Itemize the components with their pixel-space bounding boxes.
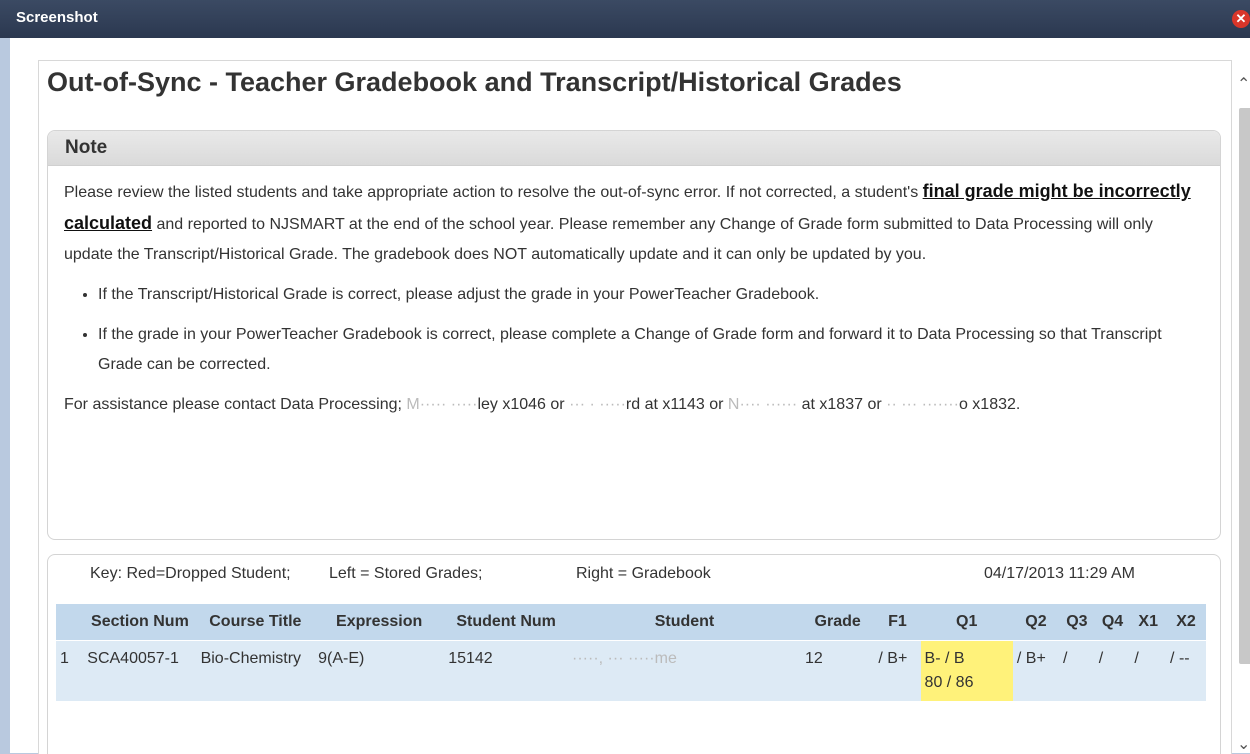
col-header-x2[interactable]: X2 [1166,604,1206,641]
contact-text: o x1832. [958,396,1021,413]
key-left: Left = Stored Grades; [329,565,483,582]
window-title: Screenshot [16,9,98,26]
cell-q1: B- / B 80 / 86 [920,640,1013,701]
grades-table: Section Num Course Title Expression Stud… [56,604,1206,701]
cell-q1-percent: 80 / 86 [924,674,974,691]
table-header-row: Section Num Course Title Expression Stud… [56,604,1206,641]
cell-x1: / [1130,640,1167,701]
report-timestamp: 04/17/2013 11:29 AM [984,565,1135,582]
note-header: Note [48,131,1220,166]
col-header-section[interactable]: Section Num [83,604,197,641]
grades-box: Key: Red=Dropped Student; Left = Stored … [47,554,1221,754]
scroll-thumb[interactable] [1239,108,1250,664]
col-header-index [56,604,84,641]
cell-student: ·····, ··· ·····me [568,640,801,701]
vertical-scrollbar[interactable]: ⌃ ⌄ [1232,60,1250,753]
cell-q1-letters: B- / B [924,650,965,667]
contact-text: rd at x1143 or [625,396,728,413]
note-paragraph: Please review the listed students and ta… [64,176,1202,270]
col-header-grade[interactable]: Grade [800,604,875,641]
key-right: Right = Gradebook [576,565,711,582]
cell-section: SCA40057-1 [83,640,197,701]
contact-text: at x1837 or [797,396,887,413]
note-text-rest: and reported to NJSMART at the end of th… [64,216,1153,263]
cell-q4: / [1094,640,1131,701]
redacted-name: ··· · ····· [569,396,626,413]
close-icon[interactable]: ✕ [1232,10,1250,28]
col-header-x1[interactable]: X1 [1130,604,1167,641]
key-dropped: Key: Red=Dropped Student; [90,565,291,582]
cell-grade: 12 [800,640,875,701]
note-text: Please review the listed students and ta… [64,184,923,201]
contact-paragraph: For assistance please contact Data Proce… [64,390,1202,420]
redacted-name: N···· ······ [727,396,798,413]
dialog-frame: Out-of-Sync - Teacher Gradebook and Tran… [10,38,1250,754]
cell-course: Bio-Chemistry [196,640,315,701]
table-row: 1 SCA40057-1 Bio-Chemistry 9(A-E) 15142 … [56,640,1206,701]
cell-q2: / B+ [1012,640,1060,701]
redacted-name: ·· ··· ······· [886,396,959,413]
col-header-q4[interactable]: Q4 [1094,604,1131,641]
cell-student-num: 15142 [444,640,569,701]
col-header-course[interactable]: Course Title [196,604,315,641]
note-bullet: If the Transcript/Historical Grade is co… [98,280,1202,310]
col-header-q1[interactable]: Q1 [920,604,1013,641]
note-bullets: If the Transcript/Historical Grade is co… [64,280,1202,380]
col-header-q3[interactable]: Q3 [1059,604,1095,641]
note-box: Note Please review the listed students a… [47,130,1221,540]
col-header-student[interactable]: Student [568,604,801,641]
contact-text: ley x1046 or [477,396,570,413]
col-header-f1[interactable]: F1 [874,604,921,641]
contact-text: For assistance please contact Data Proce… [64,396,407,413]
window-titlebar: Screenshot ✕ [0,0,1250,38]
page-title: Out-of-Sync - Teacher Gradebook and Tran… [47,67,902,97]
cell-q3: / [1059,640,1095,701]
note-bullet: If the grade in your PowerTeacher Gradeb… [98,320,1202,380]
col-header-student-num[interactable]: Student Num [444,604,569,641]
cell-expression: 9(A-E) [314,640,445,701]
redacted-name: M····· ····· [406,396,478,413]
scroll-down-icon[interactable]: ⌄ [1237,734,1250,754]
cell-index: 1 [56,640,84,701]
note-body: Please review the listed students and ta… [48,166,1220,420]
col-header-expression[interactable]: Expression [314,604,445,641]
scroll-up-icon[interactable]: ⌃ [1237,74,1250,94]
col-header-q2[interactable]: Q2 [1012,604,1060,641]
report-panel: Out-of-Sync - Teacher Gradebook and Tran… [38,60,1232,754]
cell-x2: / -- [1166,640,1206,701]
cell-f1: / B+ [874,640,921,701]
